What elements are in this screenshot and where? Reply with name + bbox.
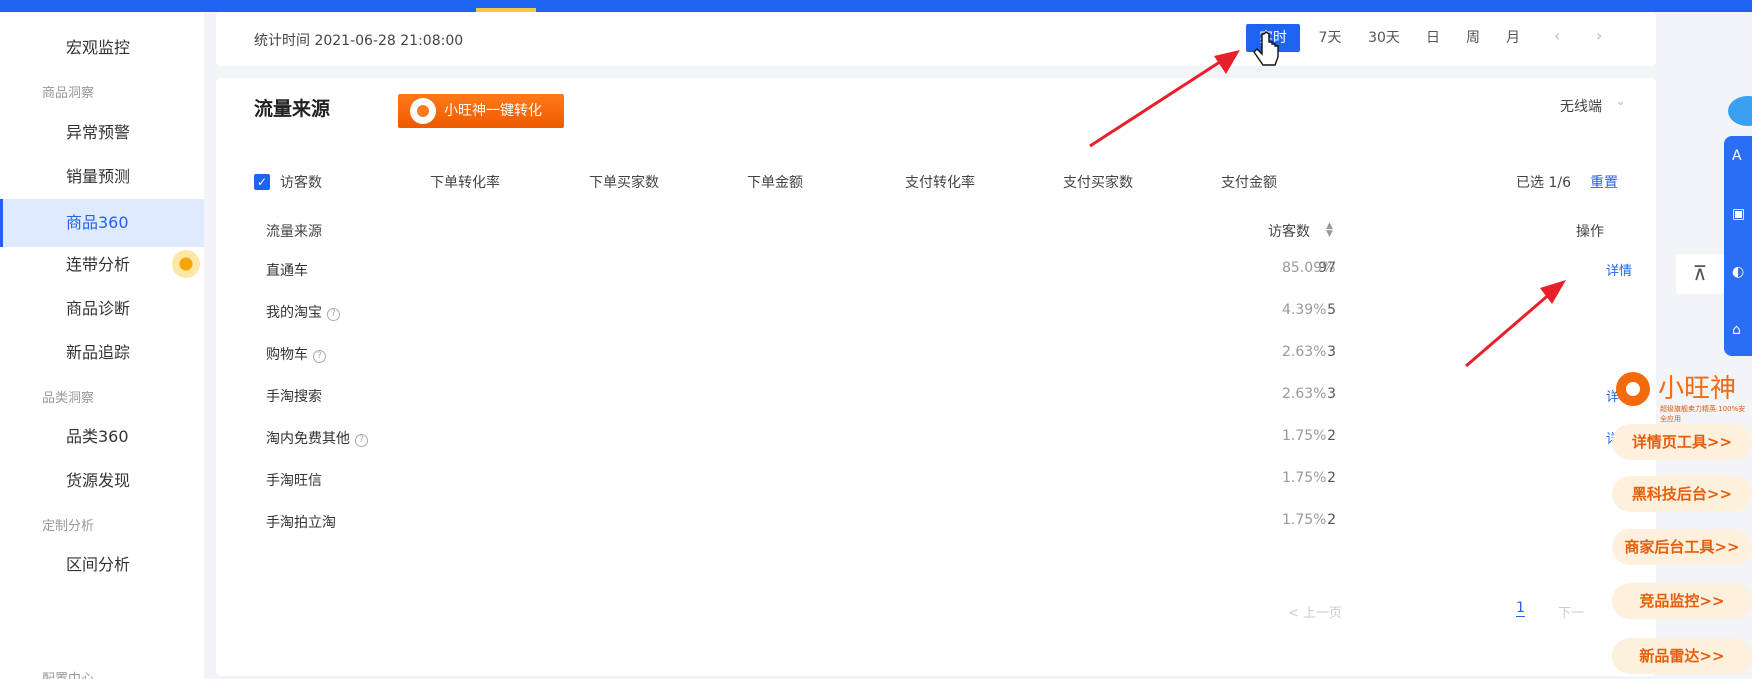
visitor-count: 2 bbox=[1327, 428, 1336, 444]
table-row: 直通车 97 85.09% 详情 bbox=[246, 246, 1632, 293]
pager-prev-button[interactable]: < 上一页 bbox=[1288, 602, 1342, 621]
selected-count: 已选 1/6 bbox=[1516, 175, 1571, 191]
chevron-right-icon[interactable]: › bbox=[1596, 26, 1602, 45]
visitor-share: 1.75% bbox=[1282, 470, 1327, 486]
details-link[interactable]: 详情 bbox=[1606, 260, 1632, 279]
metric-order-conversion[interactable]: 下单转化率 bbox=[430, 172, 500, 192]
period-realtime-button[interactable]: 实时 bbox=[1246, 24, 1300, 52]
period-month-button[interactable]: 月 bbox=[1500, 24, 1526, 52]
ad-new-product-radar-button[interactable]: 新品雷达>> bbox=[1612, 638, 1752, 674]
ad-competitor-monitor-button[interactable]: 竞品监控>> bbox=[1612, 583, 1752, 619]
sidebar-item-sales-forecast[interactable]: 销量预测 bbox=[0, 153, 204, 201]
one-click-convert-label: 小旺神一键转化 bbox=[444, 103, 542, 119]
ad-tech-backend-button[interactable]: 黑科技后台>> bbox=[1612, 476, 1752, 512]
rail-b-icon[interactable]: ▣ bbox=[1732, 206, 1745, 222]
time-filter-bar: 统计时间 2021-06-28 21:08:00 实时 7天 30天 日 周 月… bbox=[216, 12, 1656, 66]
sidebar-item-macro-monitor[interactable]: 宏观监控 bbox=[0, 24, 204, 72]
period-30d-button[interactable]: 30天 bbox=[1362, 24, 1406, 52]
chevron-down-icon[interactable]: ⌄ bbox=[1615, 94, 1626, 109]
one-click-convert-button[interactable]: 小旺神一键转化 bbox=[398, 94, 564, 128]
source-name-text: 我的淘宝 bbox=[266, 305, 322, 321]
stat-time-label: 统计时间 2021-06-28 21:08:00 bbox=[254, 33, 464, 49]
table-row: 手淘搜索 3 2.63% 详 bbox=[246, 372, 1626, 419]
source-name: 购物车? bbox=[266, 344, 326, 364]
metric-visitors[interactable]: 访客数 bbox=[280, 172, 322, 192]
source-name: 淘内免费其他? bbox=[266, 428, 368, 448]
source-name: 我的淘宝? bbox=[266, 302, 340, 322]
metric-pay-amount[interactable]: 支付金额 bbox=[1221, 172, 1277, 192]
ad-detail-page-tools-button[interactable]: 详情页工具>> bbox=[1612, 424, 1752, 460]
visitor-count: 2 bbox=[1327, 470, 1336, 486]
metric-pay-conversion[interactable]: 支付转化率 bbox=[905, 172, 975, 192]
reset-link[interactable]: 重置 bbox=[1590, 172, 1618, 192]
sidebar-group-custom-analysis: 定制分析 bbox=[42, 519, 95, 534]
table-row: 手淘拍立淘 2 1.75% bbox=[246, 498, 1626, 545]
table-row: 手淘旺信 2 1.75% bbox=[246, 456, 1626, 503]
xiaowangshen-logo-icon bbox=[1616, 372, 1650, 406]
period-7d-button[interactable]: 7天 bbox=[1312, 24, 1348, 52]
ad-brand-tagline: 超级旗舰卖力精英 100%安全应用 bbox=[1660, 405, 1746, 423]
ad-merchant-tools-button[interactable]: 商家后台工具>> bbox=[1612, 529, 1752, 565]
sidebar-item-product-360[interactable]: 商品360 bbox=[0, 199, 204, 247]
source-name-text: 淘内免费其他 bbox=[266, 431, 350, 447]
pager-page-1[interactable]: 1 bbox=[1516, 600, 1525, 617]
col-header-visitors[interactable]: 访客数 bbox=[1268, 221, 1310, 241]
traffic-source-card: 流量来源 小旺神一键转化 无线端 ⌄ ✓ 访客数 下单转化率 下单买家数 下单金… bbox=[216, 78, 1656, 676]
sidebar-group-product-insight: 商品洞察 bbox=[42, 86, 95, 101]
rail-a-icon[interactable]: A bbox=[1732, 148, 1742, 164]
source-name: 直通车 bbox=[266, 263, 308, 279]
help-icon[interactable]: ? bbox=[327, 308, 340, 321]
visitor-share: 85.09% bbox=[1282, 260, 1336, 276]
metric-order-amount[interactable]: 下单金额 bbox=[747, 172, 803, 192]
ad-brand-title: 小旺神 bbox=[1658, 374, 1737, 404]
table-row: 我的淘宝? 5 4.39% bbox=[246, 288, 1626, 335]
back-to-top-button[interactable]: ⊼ bbox=[1676, 254, 1724, 294]
mascot-icon bbox=[410, 98, 436, 124]
chevron-left-icon[interactable]: ‹ bbox=[1554, 26, 1560, 45]
assistant-cloud-icon[interactable] bbox=[1728, 96, 1752, 126]
metric-pay-buyers[interactable]: 支付买家数 bbox=[1063, 172, 1133, 192]
table-row: 淘内免费其他? 2 1.75% 详 bbox=[246, 414, 1626, 461]
sidebar-item-new-product-tracking[interactable]: 新品追踪 bbox=[0, 329, 204, 377]
visitor-share: 2.63% bbox=[1282, 386, 1327, 402]
visitor-share: 1.75% bbox=[1282, 512, 1327, 528]
visitor-checkbox[interactable]: ✓ bbox=[254, 174, 270, 190]
sidebar-item-sourcing-discovery[interactable]: 货源发现 bbox=[0, 457, 204, 505]
help-icon[interactable]: ? bbox=[355, 434, 368, 447]
period-day-button[interactable]: 日 bbox=[1420, 24, 1446, 52]
rail-d-icon[interactable]: ⌂ bbox=[1732, 322, 1741, 338]
new-feature-dot-icon bbox=[172, 250, 200, 278]
sidebar-item-range-analysis[interactable]: 区间分析 bbox=[0, 541, 204, 589]
sidebar-group-category-insight: 品类洞察 bbox=[42, 391, 95, 406]
section-title: 流量来源 bbox=[254, 98, 331, 120]
visitor-share: 2.63% bbox=[1282, 344, 1327, 360]
help-icon[interactable]: ? bbox=[313, 350, 326, 363]
source-name: 手淘搜索 bbox=[266, 389, 322, 405]
visitor-share: 4.39% bbox=[1282, 302, 1327, 318]
col-header-action: 操作 bbox=[1576, 224, 1604, 240]
visitor-share: 1.75% bbox=[1282, 428, 1327, 444]
period-week-button[interactable]: 周 bbox=[1460, 24, 1486, 52]
visitor-count: 3 bbox=[1327, 386, 1336, 402]
source-name: 手淘拍立淘 bbox=[266, 515, 336, 531]
sidebar-item-category-360[interactable]: 品类360 bbox=[0, 413, 204, 461]
sidebar-group-config-center: 配置中心 bbox=[42, 668, 94, 679]
source-name-text: 购物车 bbox=[266, 347, 308, 363]
sidebar-item-anomaly-alert[interactable]: 异常预警 bbox=[0, 109, 204, 157]
top-navigation-bar bbox=[0, 0, 1752, 12]
visitor-count: 3 bbox=[1327, 344, 1336, 360]
terminal-select[interactable]: 无线端 bbox=[1560, 96, 1602, 116]
sidebar-item-product-diagnosis[interactable]: 商品诊断 bbox=[0, 285, 204, 333]
pager-next-button[interactable]: 下一 bbox=[1558, 602, 1584, 621]
visitor-count: 5 bbox=[1327, 302, 1336, 318]
col-header-source: 流量来源 bbox=[266, 224, 322, 240]
table-row: 购物车? 3 2.63% bbox=[246, 330, 1626, 377]
source-name: 手淘旺信 bbox=[266, 473, 322, 489]
metric-order-buyers[interactable]: 下单买家数 bbox=[589, 172, 659, 192]
sidebar: 宏观监控 商品洞察 异常预警 销量预测 商品360 连带分析 商品诊断 新品追踪… bbox=[0, 12, 204, 679]
visitor-count: 2 bbox=[1327, 512, 1336, 528]
sort-icon[interactable]: ▲ ▼ bbox=[1326, 222, 1333, 239]
rail-c-icon[interactable]: ◐ bbox=[1732, 264, 1744, 280]
right-tool-rail: A ▣ ◐ ⌂ bbox=[1724, 136, 1752, 356]
